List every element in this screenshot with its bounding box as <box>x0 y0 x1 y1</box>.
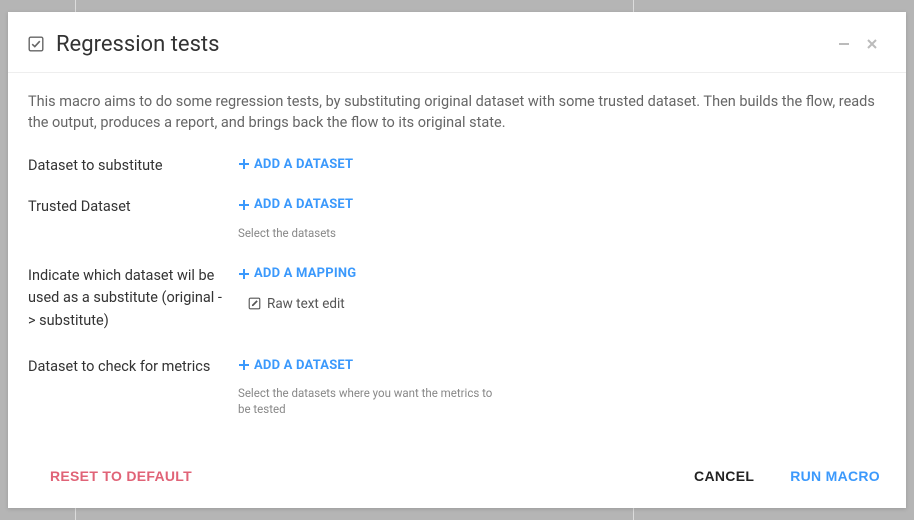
reset-to-default-button[interactable]: RESET TO DEFAULT <box>46 462 196 490</box>
dialog-header: Regression tests <box>8 12 906 73</box>
edit-icon <box>248 297 261 310</box>
macro-dialog: Regression tests This macro aims to do s… <box>8 12 906 508</box>
minimize-button[interactable] <box>830 30 858 58</box>
plus-icon <box>238 199 250 211</box>
check-square-icon <box>28 36 44 52</box>
field-label: Indicate which dataset wil be used as a … <box>28 265 238 332</box>
field-label: Trusted Dataset <box>28 196 238 218</box>
add-dataset-label: ADD A DATASET <box>254 358 353 373</box>
plus-icon <box>238 359 250 371</box>
add-dataset-label: ADD A DATASET <box>254 197 353 212</box>
add-dataset-button[interactable]: ADD A DATASET <box>238 157 353 172</box>
field-label: Dataset to check for metrics <box>28 356 238 378</box>
add-dataset-label: ADD A DATASET <box>254 157 353 172</box>
field-helper: Select the datasets <box>238 225 498 241</box>
dialog-body: This macro aims to do some regression te… <box>8 73 906 448</box>
add-dataset-button[interactable]: ADD A DATASET <box>238 358 353 373</box>
field-helper: Select the datasets where you want the m… <box>238 385 498 417</box>
field-trusted-dataset: Trusted Dataset ADD A DATASET Select the… <box>28 196 886 241</box>
raw-text-edit-label: Raw text edit <box>267 296 345 312</box>
add-dataset-button[interactable]: ADD A DATASET <box>238 197 353 212</box>
run-macro-button[interactable]: RUN MACRO <box>786 462 884 490</box>
raw-text-edit-button[interactable]: Raw text edit <box>248 296 345 312</box>
dialog-footer: RESET TO DEFAULT CANCEL RUN MACRO <box>8 448 906 508</box>
close-icon <box>866 38 878 50</box>
field-metrics-dataset: Dataset to check for metrics ADD A DATAS… <box>28 356 886 417</box>
field-dataset-to-substitute: Dataset to substitute ADD A DATASET <box>28 155 886 177</box>
dialog-title: Regression tests <box>56 32 219 57</box>
field-mapping: Indicate which dataset wil be used as a … <box>28 265 886 332</box>
minimize-icon <box>838 38 850 50</box>
close-button[interactable] <box>858 30 886 58</box>
add-mapping-button[interactable]: ADD A MAPPING <box>238 266 356 281</box>
add-mapping-label: ADD A MAPPING <box>254 266 356 281</box>
plus-icon <box>238 158 250 170</box>
cancel-button[interactable]: CANCEL <box>690 462 758 490</box>
field-label: Dataset to substitute <box>28 155 238 177</box>
macro-description: This macro aims to do some regression te… <box>28 91 886 133</box>
plus-icon <box>238 268 250 280</box>
